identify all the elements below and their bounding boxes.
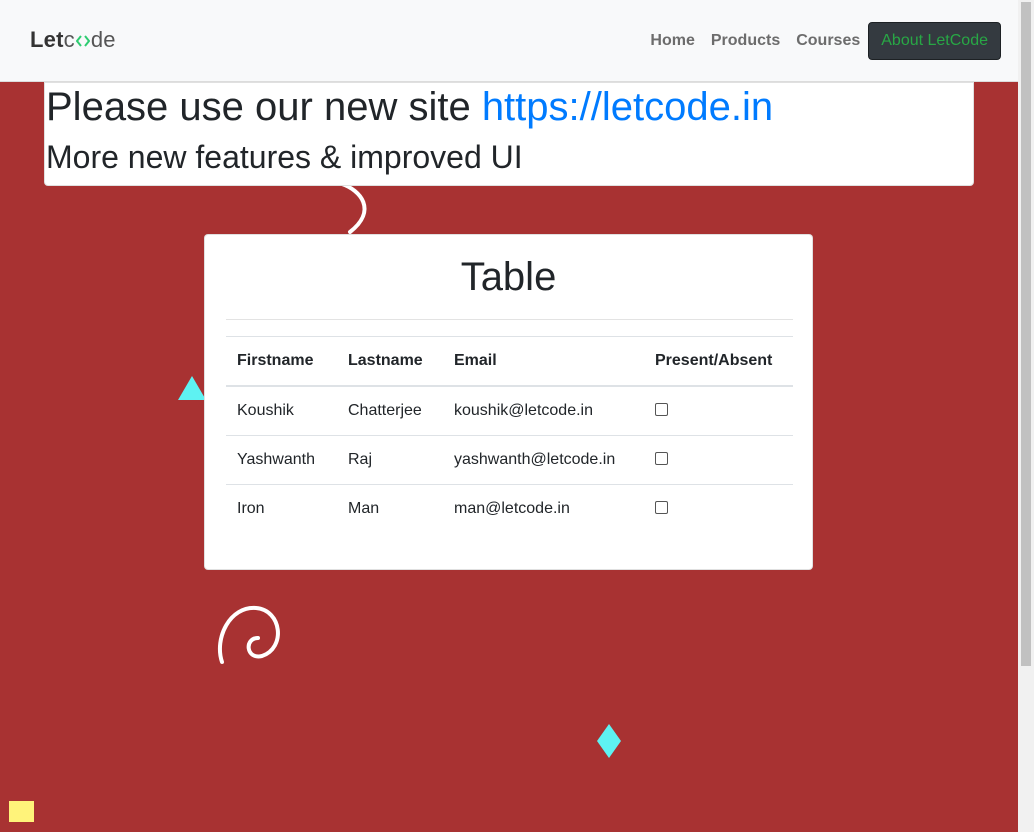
nav-products-link[interactable]: Products (711, 32, 780, 50)
nav-home-link[interactable]: Home (650, 32, 694, 50)
brand-logo[interactable]: Letc de (30, 27, 116, 53)
table-row: Koushik Chatterjee koushik@letcode.in (226, 385, 793, 436)
vertical-scrollbar[interactable] (1018, 0, 1034, 832)
code-brackets-icon (75, 35, 90, 47)
cell-email: yashwanth@letcode.in (443, 435, 644, 485)
new-site-link[interactable]: https://letcode.in (482, 85, 773, 129)
cell-lastname: Raj (337, 435, 443, 485)
header-present-absent: Present/Absent (644, 336, 793, 387)
cell-present (644, 385, 793, 436)
table-row: Yashwanth Raj yashwanth@letcode.in (226, 435, 793, 485)
scrollbar-thumb[interactable] (1021, 2, 1031, 666)
table-row: Iron Man man@letcode.in (226, 484, 793, 533)
header-email: Email (443, 336, 644, 387)
header-firstname: Firstname (226, 336, 337, 387)
cell-present (644, 484, 793, 533)
cell-email: koushik@letcode.in (443, 385, 644, 436)
spiral-decoration (217, 605, 280, 664)
nav-courses-link[interactable]: Courses (796, 32, 860, 50)
about-letcode-button[interactable]: About LetCode (868, 22, 1001, 60)
cell-email: man@letcode.in (443, 484, 644, 533)
present-checkbox[interactable] (655, 501, 668, 515)
notice-heading: Please use our new site https://letcode.… (46, 85, 773, 130)
present-checkbox[interactable] (655, 452, 668, 466)
present-checkbox[interactable] (655, 403, 668, 417)
notice-subtitle: More new features & improved UI (46, 139, 523, 175)
squiggle-top-decoration (340, 182, 367, 234)
nav-links: Home Products Courses About LetCode (650, 22, 1001, 60)
card-title: Table (460, 255, 557, 299)
cell-lastname: Man (337, 484, 443, 533)
top-navbar: Letc de Home Products Courses About LetCo… (0, 0, 1018, 82)
brand-text-let: Let (30, 27, 64, 52)
header-lastname: Lastname (337, 336, 443, 387)
table-card: Table Firstname Lastname Email Present/A… (204, 234, 813, 570)
new-site-notice: Please use our new site https://letcode.… (44, 82, 974, 186)
notice-prefix-text: Please use our new site (46, 85, 482, 129)
cell-firstname: Iron (226, 484, 337, 533)
title-divider (226, 319, 793, 320)
diamond-decoration (597, 724, 621, 758)
brand-text-de: de (90, 27, 116, 52)
cell-firstname: Yashwanth (226, 435, 337, 485)
table-header-row: Firstname Lastname Email Present/Absent (226, 336, 793, 387)
cell-present (644, 435, 793, 485)
cell-lastname: Chatterjee (337, 385, 443, 436)
brand-text-c: c (63, 27, 75, 52)
square-decoration (9, 801, 34, 822)
cell-firstname: Koushik (226, 385, 337, 436)
attendance-table: Firstname Lastname Email Present/Absent … (226, 336, 793, 533)
